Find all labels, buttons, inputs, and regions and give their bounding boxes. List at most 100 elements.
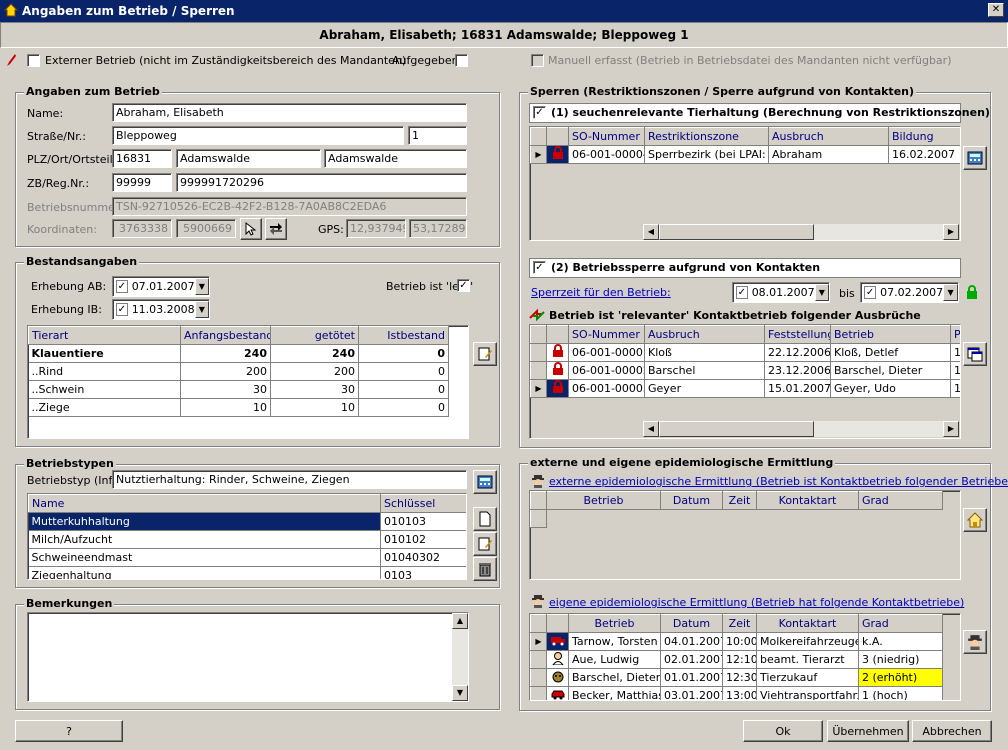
col-schluessel[interactable]: Schlüssel [380, 494, 466, 513]
col-ausbruch[interactable]: Ausbruch [644, 325, 765, 344]
ok-button[interactable]: Ok [743, 720, 823, 742]
extern-checkbox[interactable] [27, 54, 40, 67]
col-tierart[interactable]: Tierart [28, 326, 181, 345]
col-datum[interactable]: Datum [660, 614, 723, 633]
externe-ermittlung-link[interactable]: externe epidemiologische Ermittlung (Bet… [549, 475, 1008, 488]
erhebung-ab-checkbox[interactable]: ✓ [116, 280, 128, 293]
col-istbestand[interactable]: Istbestand [358, 326, 449, 345]
new-button[interactable] [473, 507, 497, 531]
col-name[interactable]: Name [28, 494, 381, 513]
table-row[interactable]: ..Schwein 30 30 0 [28, 380, 449, 399]
bestand-table[interactable]: Tierart Anfangsbestand getötet Istbestan… [27, 325, 469, 439]
table-row[interactable]: Milch/Aufzucht 010102 [28, 530, 466, 549]
edit-type-button[interactable] [473, 532, 497, 556]
bemerkungen-textarea[interactable]: ▲ ▼ [27, 612, 469, 702]
chevron-down-icon[interactable]: ▼ [194, 301, 209, 318]
col-betrieb[interactable]: Betrieb [830, 325, 951, 344]
hausnummer-field[interactable]: 1 [408, 126, 467, 145]
house-button[interactable] [963, 508, 987, 532]
unlock-icon[interactable] [966, 285, 978, 300]
uebernehmen-button[interactable]: Übernehmen [827, 720, 909, 742]
eigene-ermittlung-button[interactable] [963, 630, 987, 654]
table-row[interactable]: Ziegenhaltung 0103 [28, 566, 466, 579]
name-field[interactable]: Abraham, Elisabeth [112, 103, 467, 122]
col-zeit[interactable]: Zeit [722, 614, 757, 633]
table-row[interactable]: Aue, Ludwig 02.01.2007 12:10 beamt. Tier… [530, 650, 943, 669]
betriebstyp-info-field[interactable]: Nutztierhaltung: Rinder, Schweine, Ziege… [112, 470, 467, 489]
col-kontaktart[interactable]: Kontaktart [756, 491, 859, 510]
scroll-right-icon[interactable]: ▶ [943, 421, 959, 437]
table-row[interactable]: ..Ziege 10 10 0 [28, 398, 449, 417]
reg-nr-field[interactable]: 999991720296 [176, 173, 467, 192]
zone-calc-button[interactable] [963, 146, 987, 170]
table-row[interactable]: 06-001-00001 Kloß 22.12.2006 Kloß, Detle… [530, 343, 960, 362]
delete-button[interactable] [473, 557, 497, 581]
edit-bestand-button[interactable] [473, 342, 497, 366]
scroll-thumb[interactable] [659, 224, 814, 240]
col-so-nummer[interactable]: SO-Nummer [568, 325, 645, 344]
col-ausbruch[interactable]: Ausbruch [768, 127, 889, 146]
sperre-bis-checkbox[interactable]: ✓ [864, 286, 877, 299]
eigene-ermittlung-table[interactable]: Betrieb Datum Zeit Kontaktart Grad ▶ Tar… [529, 613, 961, 701]
col-zeit[interactable]: Zeit [722, 491, 757, 510]
table-row[interactable]: Schweineendmast 01040302 [28, 548, 466, 567]
close-button[interactable]: ✕ [988, 3, 1004, 17]
col-anfangsbestand[interactable]: Anfangsbestand [180, 326, 271, 345]
s2-checkbox[interactable]: ✓ [533, 261, 546, 274]
chevron-down-icon[interactable]: ▼ [814, 284, 829, 301]
col-restriktionszone[interactable]: Restriktionszone [644, 127, 769, 146]
table-row[interactable]: ..Rind 200 200 0 [28, 362, 449, 381]
koord-pick-button[interactable] [240, 218, 262, 240]
table-row[interactable]: Klauentiere 240 240 0 [28, 344, 449, 363]
calculator-button[interactable] [473, 470, 497, 494]
col-betrieb[interactable]: Betrieb [568, 614, 661, 633]
title-bar[interactable]: Angaben zum Betrieb / Sperren ✕ [0, 0, 1008, 22]
aufgegeben-checkbox[interactable] [455, 54, 468, 67]
erhebung-ib-checkbox[interactable]: ✓ [116, 303, 128, 316]
table-row[interactable] [530, 509, 943, 528]
scroll-left-icon[interactable]: ◀ [643, 421, 659, 437]
table-row[interactable]: 06-001-00002 Barschel 23.12.2006 Barsche… [530, 361, 960, 380]
leer-checkbox[interactable]: ✓ [457, 279, 470, 292]
abbrechen-button[interactable]: Abbrechen [912, 720, 992, 742]
col-feststellung[interactable]: Feststellung [764, 325, 831, 344]
col-datum[interactable]: Datum [660, 491, 723, 510]
sperrzeit-link[interactable]: Sperrzeit für den Betrieb: [531, 286, 671, 299]
sperre-bis-date-picker[interactable]: ✓ 07.02.2007 ▼ [860, 282, 959, 303]
ortsteil-field[interactable]: Adamswalde [324, 149, 467, 168]
kontakt-detail-button[interactable] [963, 342, 987, 366]
erhebung-ib-date-picker[interactable]: ✓ 11.03.2008 ▼ [112, 299, 210, 320]
col-getoetet[interactable]: getötet [270, 326, 359, 345]
col-kontaktart[interactable]: Kontaktart [756, 614, 859, 633]
plz-field[interactable]: 16831 [112, 149, 172, 168]
table-row[interactable]: Barschel, Dieter 01.01.2007 12:30 Tierzu… [530, 668, 943, 687]
table-row[interactable]: ▶ Tarnow, Torsten 04.01.2007 10:00 Molke… [530, 632, 943, 651]
restriktion-hscroll[interactable]: ◀ ▶ [643, 224, 959, 240]
col-p[interactable]: P [950, 325, 960, 344]
bemerkungen-scrollbar[interactable]: ▲ ▼ [452, 613, 468, 701]
eigene-ermittlung-link[interactable]: eigene epidemiologische Ermittlung (Betr… [549, 596, 964, 609]
erhebung-ab-date-picker[interactable]: ✓ 07.01.2007 ▼ [112, 276, 210, 297]
externe-ermittlung-table[interactable]: Betrieb Datum Zeit Kontaktart Grad [529, 490, 961, 580]
table-row[interactable]: Mutterkuhhaltung 010103 [28, 512, 466, 531]
col-grad[interactable]: Grad [858, 614, 943, 633]
kontakt-hscroll[interactable]: ◀ ▶ [643, 421, 959, 437]
scroll-up-icon[interactable]: ▲ [452, 613, 468, 629]
scroll-right-icon[interactable]: ▶ [943, 224, 959, 240]
col-grad[interactable]: Grad [858, 491, 943, 510]
koord-convert-button[interactable] [265, 218, 287, 240]
scroll-thumb[interactable] [659, 421, 814, 437]
table-row[interactable]: ▶ 06-001-00003 Geyer 15.01.2007 Geyer, U… [530, 379, 960, 398]
col-bildung[interactable]: Bildung [888, 127, 960, 146]
chevron-down-icon[interactable]: ▼ [943, 284, 958, 301]
ort-field[interactable]: Adamswalde [176, 149, 321, 168]
scroll-down-icon[interactable]: ▼ [452, 685, 468, 701]
chevron-down-icon[interactable]: ▼ [194, 278, 209, 295]
help-button[interactable]: ? [15, 720, 123, 742]
zb-field[interactable]: 99999 [112, 173, 172, 192]
strasse-field[interactable]: Bleppoweg [112, 126, 404, 145]
betriebstypen-table[interactable]: Name Schlüssel Mutterkuhhaltung 010103 M… [27, 493, 467, 580]
table-row[interactable]: ▶ 06-001-00004 Sperrbezirk (bei LPAI: ..… [530, 145, 960, 164]
col-betrieb[interactable]: Betrieb [546, 491, 661, 510]
s1-checkbox[interactable]: ✓ [533, 106, 546, 119]
